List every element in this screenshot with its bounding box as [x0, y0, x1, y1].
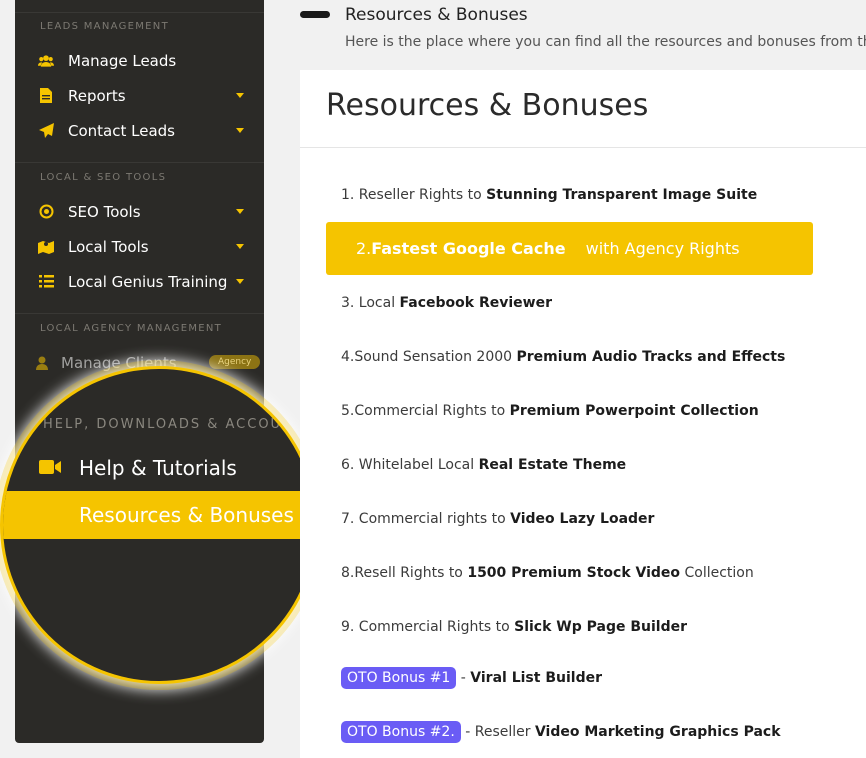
oto-bonus-item[interactable]: OTO Bonus #1 - Viral List Builder	[341, 667, 602, 689]
section-title-local-agency: LOCAL AGENCY MANAGEMENT	[40, 323, 223, 334]
resource-item[interactable]: 8.Resell Rights to 1500 Premium Stock Vi…	[341, 565, 754, 581]
agency-badge: Agency	[209, 355, 261, 369]
sidebar-item-label: SEO Tools	[68, 202, 141, 221]
chevron-down-icon	[236, 279, 244, 284]
user-icon	[35, 355, 51, 371]
sidebar-item-label: Local Genius Training	[68, 272, 228, 291]
sidebar-item-local-tools[interactable]: Local Tools	[15, 229, 264, 264]
section-title-help: HELP, DOWNLOADS & ACCOU	[43, 417, 283, 432]
resources-label: Resources & Bonuses	[79, 503, 294, 527]
oto-bonus-item[interactable]: OTO Bonus #2. - Reseller Video Marketing…	[341, 721, 781, 743]
resource-item[interactable]: 5.Commercial Rights to Premium Powerpoin…	[341, 403, 759, 419]
sidebar-item-local-genius-training[interactable]: Local Genius Training	[15, 264, 264, 299]
sidebar-item-resources-bonuses[interactable]: Resources & Bonuses	[3, 491, 315, 539]
resource-item[interactable]: 4.Sound Sensation 2000 Premium Audio Tra…	[341, 349, 785, 365]
page-subtitle: Here is the place where you can find all…	[345, 34, 866, 50]
sidebar-item-label: Local Tools	[68, 237, 149, 256]
resource-item-highlighted[interactable]: 2.Fastest Google Cache with Agency Right…	[326, 222, 813, 275]
header-dash-icon	[300, 11, 330, 18]
resource-item[interactable]: 3. Local Facebook Reviewer	[341, 295, 552, 311]
panel-divider	[300, 147, 866, 148]
panel-title: Resources & Bonuses	[326, 88, 649, 123]
magnifier-callout: HELP, DOWNLOADS & ACCOU Help & Tutorials…	[0, 366, 318, 684]
resource-item[interactable]: 7. Commercial rights to Video Lazy Loade…	[341, 511, 654, 527]
list-icon	[38, 274, 54, 290]
chevron-down-icon	[236, 244, 244, 249]
sidebar-divider	[15, 313, 264, 314]
sidebar-item-reports[interactable]: Reports	[15, 78, 264, 113]
resources-panel: Resources & Bonuses 1. Reseller Rights t…	[300, 70, 866, 758]
sidebar-item-help-tutorials[interactable]: Help & Tutorials	[39, 456, 237, 480]
resource-item[interactable]: 9. Commercial Rights to Slick Wp Page Bu…	[341, 619, 687, 635]
sidebar-item-label: Contact Leads	[68, 121, 175, 140]
target-icon	[38, 204, 54, 220]
section-title-leads: LEADS MANAGEMENT	[40, 21, 169, 32]
paper-plane-icon	[38, 123, 54, 139]
chevron-down-icon	[236, 128, 244, 133]
resource-item[interactable]: 1. Reseller Rights to Stunning Transpare…	[341, 187, 757, 203]
section-title-local-seo: LOCAL & SEO TOOLS	[40, 172, 167, 183]
map-icon	[38, 239, 54, 255]
sidebar-item-manage-leads[interactable]: Manage Leads	[15, 43, 264, 78]
video-camera-icon	[39, 459, 61, 478]
chevron-down-icon	[236, 209, 244, 214]
document-icon	[38, 88, 54, 104]
sidebar-divider	[15, 12, 264, 13]
sidebar-divider	[15, 162, 264, 163]
sidebar-item-label: Manage Leads	[68, 51, 177, 70]
users-icon	[38, 53, 54, 69]
sidebar-item-label: Reports	[68, 86, 126, 105]
page-title: Resources & Bonuses	[345, 5, 528, 25]
resource-item[interactable]: 6. Whitelabel Local Real Estate Theme	[341, 457, 626, 473]
sidebar-item-contact-leads[interactable]: Contact Leads	[15, 113, 264, 148]
oto-badge: OTO Bonus #1	[341, 667, 457, 689]
chevron-down-icon	[236, 93, 244, 98]
sidebar-item-seo-tools[interactable]: SEO Tools	[15, 194, 264, 229]
oto-badge: OTO Bonus #2.	[341, 721, 461, 743]
help-label: Help & Tutorials	[79, 456, 237, 480]
